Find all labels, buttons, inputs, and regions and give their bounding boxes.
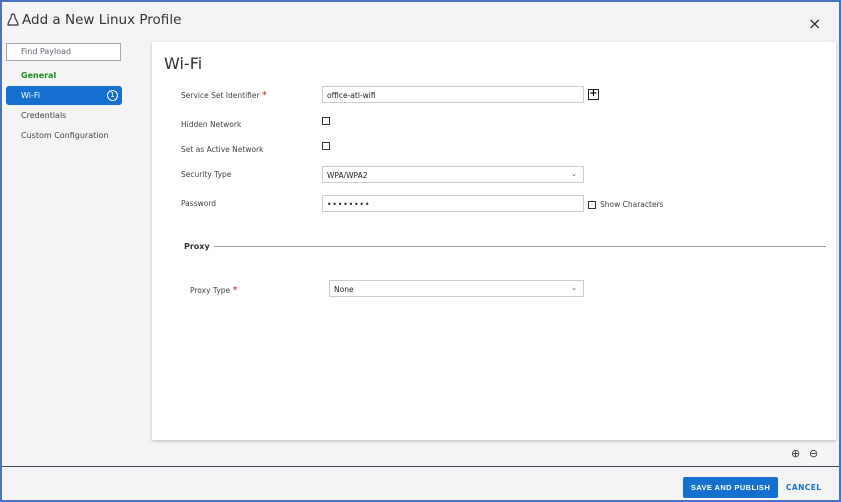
linux-icon: [7, 13, 19, 26]
show-characters-checkbox[interactable]: [588, 201, 596, 209]
active-network-checkbox[interactable]: [322, 142, 330, 150]
password-input[interactable]: ••••••••: [322, 195, 584, 212]
zoom-out-icon[interactable]: ⊖: [809, 447, 818, 460]
dialog-title: Add a New Linux Profile: [7, 12, 181, 28]
add-icon[interactable]: +: [588, 89, 599, 100]
hidden-network-label: Hidden Network: [181, 120, 242, 129]
dialog-window: Add a New Linux Profile × Find Payload G…: [0, 0, 841, 502]
save-and-publish-button[interactable]: SAVE AND PUBLISH: [683, 477, 778, 498]
find-payload-input[interactable]: Find Payload: [6, 43, 121, 61]
chevron-down-icon: ⌄: [571, 170, 577, 178]
chevron-down-icon: ⌄: [571, 284, 577, 292]
ssid-label: Service Set Identifier *: [181, 90, 267, 101]
proxy-type-value: None: [334, 285, 354, 294]
footer-divider: [2, 466, 839, 467]
security-type-value: WPA/WPA2: [327, 171, 368, 180]
sidebar-item-credentials[interactable]: Credentials: [6, 106, 122, 125]
sidebar-item-wifi[interactable]: Wi-Fi 1: [6, 86, 122, 105]
title-text: Add a New Linux Profile: [22, 12, 182, 28]
show-characters-label: Show Characters: [600, 200, 664, 209]
section-title: Wi-Fi: [164, 54, 203, 73]
close-icon[interactable]: ×: [808, 14, 821, 33]
sidebar-item-custom-configuration[interactable]: Custom Configuration: [6, 126, 122, 145]
sidebar-item-label: Wi-Fi: [21, 91, 41, 100]
dialog-header: Add a New Linux Profile ×: [2, 2, 839, 40]
security-type-select[interactable]: WPA/WPA2 ⌄: [322, 166, 584, 183]
count-badge: 1: [107, 90, 118, 101]
proxy-type-select[interactable]: None ⌄: [329, 280, 584, 297]
wifi-form-card: Wi-Fi Service Set Identifier * office-at…: [152, 42, 836, 440]
divider: [214, 246, 826, 247]
ssid-input[interactable]: office-atl-wifi: [322, 86, 584, 103]
sidebar: Find Payload General Wi-Fi 1 Credentials …: [6, 42, 122, 145]
zoom-in-icon[interactable]: ⊕: [791, 447, 800, 460]
proxy-section-header: Proxy: [184, 242, 210, 251]
sidebar-item-general[interactable]: General: [6, 66, 122, 85]
password-label: Password: [181, 199, 217, 208]
proxy-type-label: Proxy Type *: [190, 285, 238, 296]
security-type-label: Security Type: [181, 170, 232, 179]
active-network-label: Set as Active Network: [181, 145, 264, 154]
hidden-network-checkbox[interactable]: [322, 117, 330, 125]
cancel-button[interactable]: CANCEL: [786, 483, 821, 492]
